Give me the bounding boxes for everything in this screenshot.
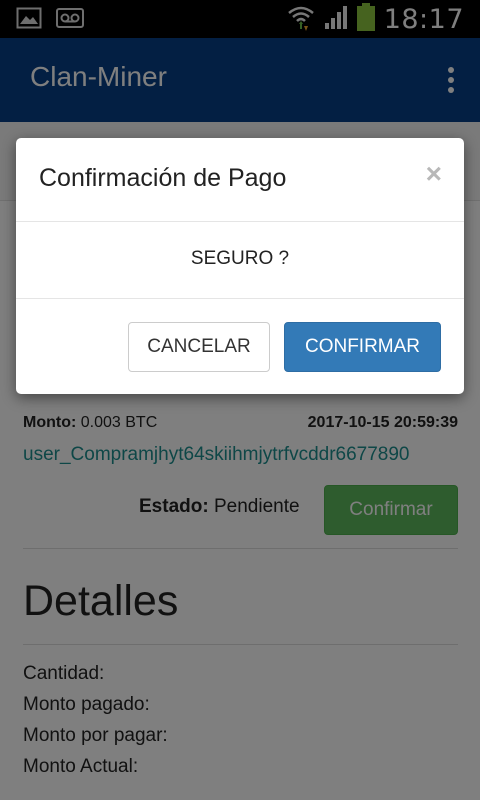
modal-message: SEGURO ? [190,248,290,269]
modal-divider [16,298,464,299]
cancel-button[interactable]: CANCELAR [128,322,270,372]
close-icon[interactable]: × [426,160,442,188]
modal-title: Confirmación de Pago [39,164,287,192]
payment-confirmation-modal: Confirmación de Pago × SEGURO ? CANCELAR… [16,138,464,394]
modal-divider [16,221,464,222]
modal-backdrop[interactable] [0,0,480,800]
confirm-button[interactable]: CONFIRMAR [284,322,441,372]
